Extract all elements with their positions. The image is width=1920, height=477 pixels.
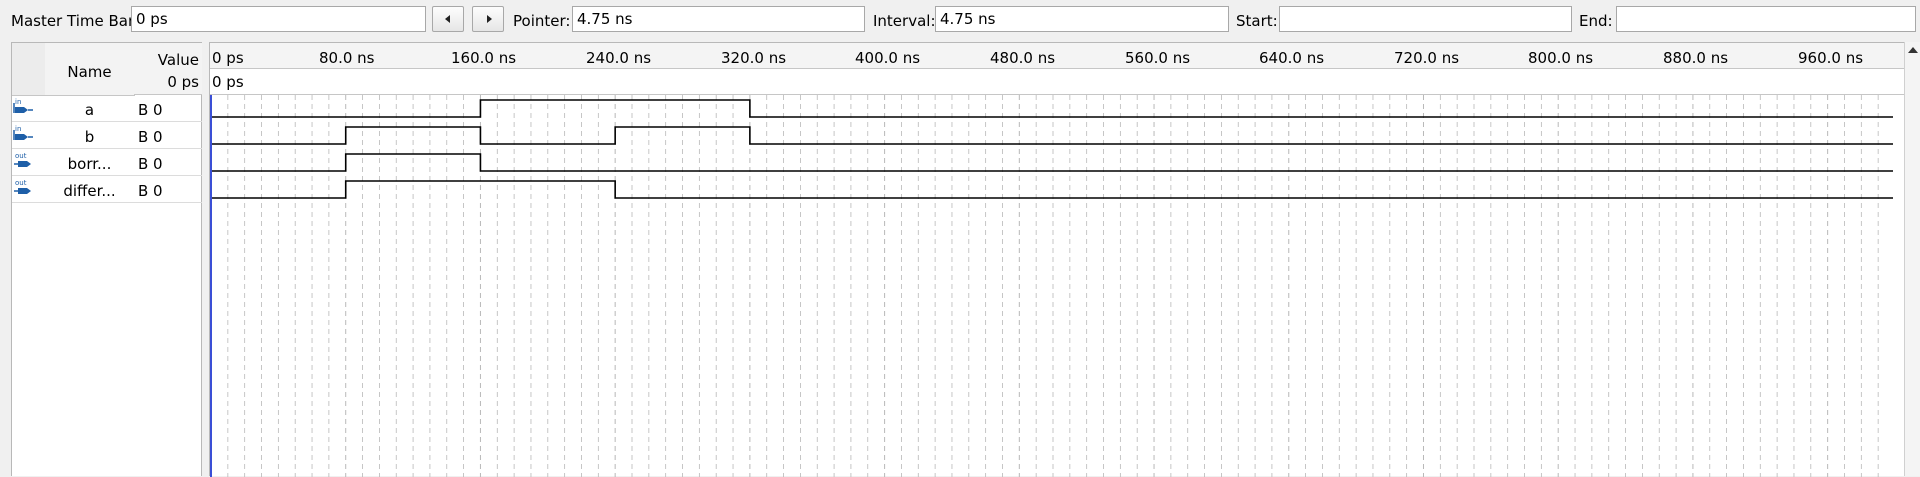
output-pin-icon: out [14,179,31,194]
svg-text:in: in [15,125,21,133]
waveform-view[interactable]: 0 ps 80.0 ns 160.0 ns 240.0 ns 320.0 ns … [209,42,1904,477]
signal-row-difference[interactable]: out differ... B 0 [12,176,203,203]
ruler-tick-label: 960.0 ns [1798,49,1864,67]
value-time-label: 0 ps [167,73,199,91]
start-field[interactable] [1279,6,1572,32]
ruler-tick-label: 160.0 ns [451,49,517,67]
svg-text:out: out [15,152,27,160]
pointer-time-row[interactable]: 0 ps [210,69,1904,95]
time-bar-toolbar: Master Time Bar: 0 ps Pointer: 4.75 ns I… [0,0,1920,40]
signal-row-a[interactable]: in a B 0 [12,95,203,122]
name-header-label: Name [67,63,112,81]
end-label: End: [1579,12,1613,30]
svg-text:out: out [15,179,27,187]
ruler-tick-label: 480.0 ns [990,49,1056,67]
value-column-header[interactable]: Value 0 ps [134,43,203,95]
value-header-label: Value [157,51,199,69]
ruler-tick-label: 400.0 ns [855,49,921,67]
signal-row-borrow[interactable]: out borr... B 0 [12,149,203,176]
scroll-up-arrow-icon[interactable] [1908,47,1918,53]
svg-text:in: in [15,98,21,106]
ruler-tick-label: 0 ps [212,49,244,67]
master-time-bar-field[interactable]: 0 ps [131,6,426,32]
signal-row-b[interactable]: in b B 0 [12,122,203,149]
ruler-tick-label: 880.0 ns [1663,49,1729,67]
next-transition-button[interactable] [472,6,504,32]
pointer-field[interactable]: 4.75 ns [572,6,865,32]
previous-transition-button[interactable] [432,6,464,32]
output-pin-icon: out [14,152,31,167]
interval-label: Interval: [873,12,936,30]
signal-name: differ... [63,182,116,200]
ruler-tick-label: 80.0 ns [319,49,375,67]
ruler-tick-label: 560.0 ns [1125,49,1191,67]
panel-splitter[interactable] [202,42,209,476]
input-pin-icon: in [13,98,33,113]
ruler-tick-label: 240.0 ns [586,49,652,67]
pointer-time-label: 0 ps [212,73,244,91]
signal-name: borr... [67,155,112,173]
interval-field[interactable]: 4.75 ns [935,6,1229,32]
signal-list-panel: Name Value 0 ps in a B 0 in b B 0 out bo… [11,42,203,476]
start-label: Start: [1236,12,1278,30]
triangle-right-icon [487,15,492,23]
master-time-bar-label: Master Time Bar: [11,12,139,30]
ruler-tick-label: 800.0 ns [1528,49,1594,67]
signal-value: B 0 [138,128,163,146]
ruler-tick-label: 320.0 ns [721,49,787,67]
input-pin-icon: in [13,125,33,140]
signal-name: b [84,128,95,146]
triangle-left-icon [445,15,450,23]
ruler-tick-label: 640.0 ns [1259,49,1325,67]
vertical-scrollbar[interactable] [1904,42,1920,476]
signal-value: B 0 [138,182,163,200]
end-field[interactable] [1616,6,1916,32]
signal-name: a [84,101,95,119]
waveform-plot[interactable] [210,95,1893,477]
ruler-tick-label: 720.0 ns [1394,49,1460,67]
time-ruler[interactable]: 0 ps 80.0 ns 160.0 ns 240.0 ns 320.0 ns … [210,43,1904,69]
signal-value: B 0 [138,101,163,119]
signal-value: B 0 [138,155,163,173]
time-grid [227,95,1879,477]
row-selector-header[interactable] [12,43,46,96]
pointer-label: Pointer: [513,12,571,30]
name-column-header[interactable]: Name [45,43,135,96]
